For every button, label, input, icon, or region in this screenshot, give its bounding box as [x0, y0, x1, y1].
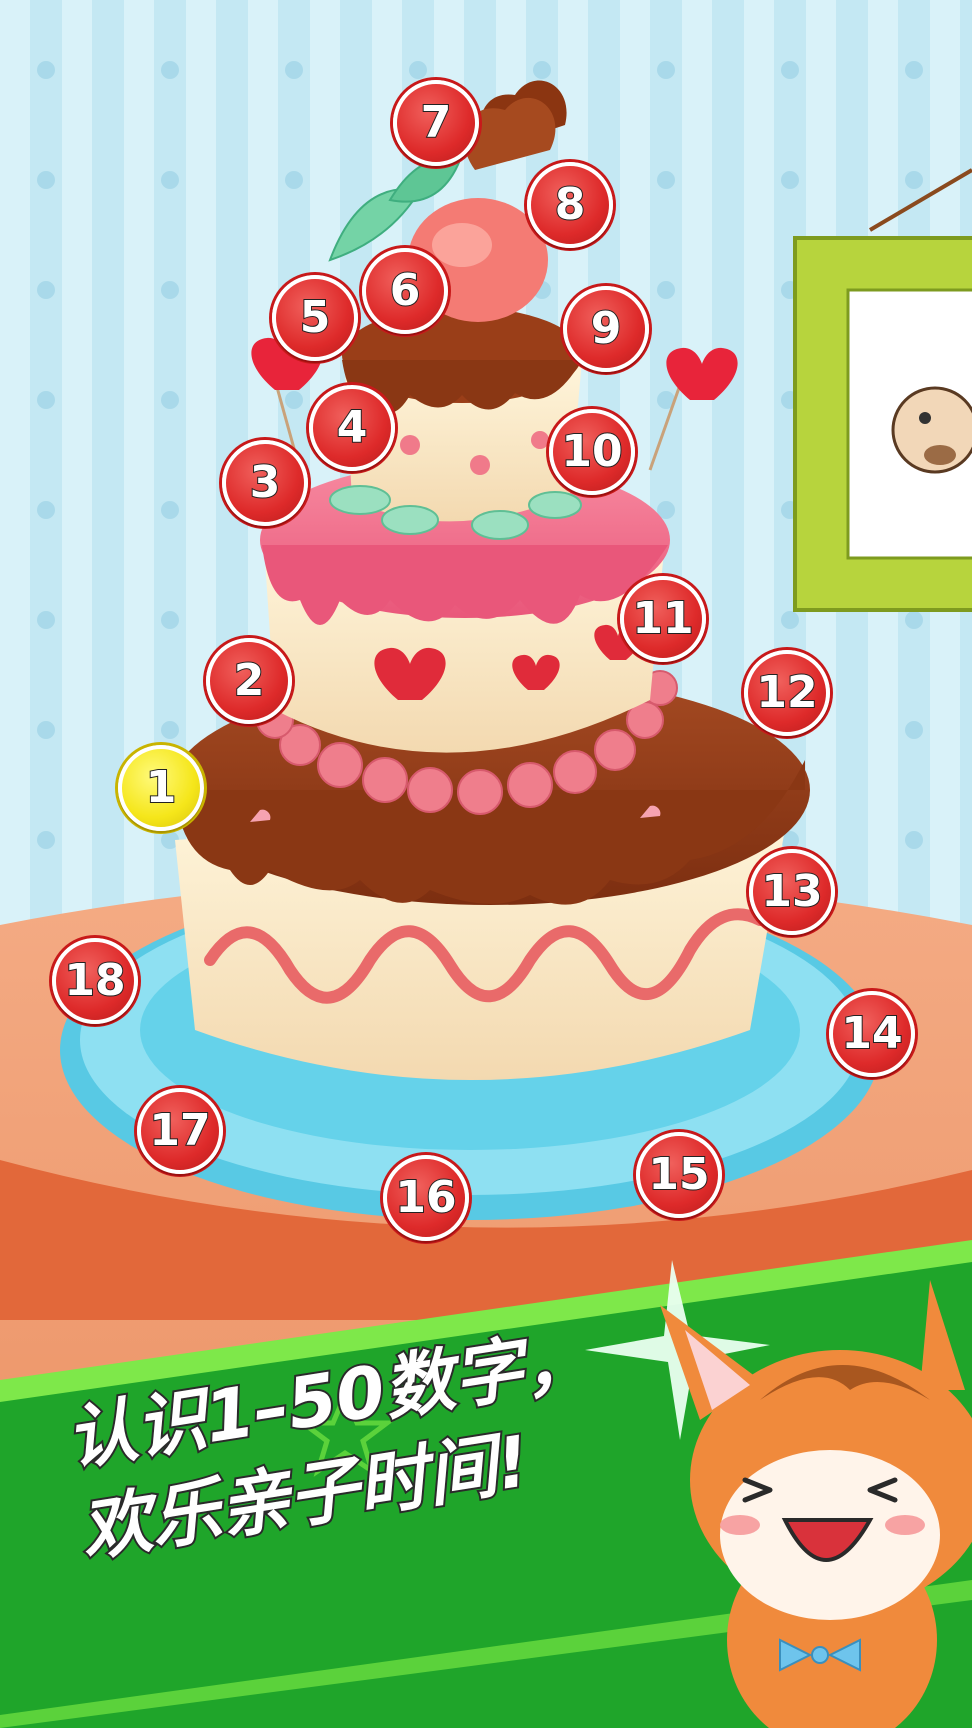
- dot-label: 6: [389, 265, 422, 316]
- dot-label: 15: [647, 1149, 710, 1200]
- dot-label: 10: [560, 426, 623, 477]
- number-dot-2[interactable]: 2: [206, 638, 292, 724]
- number-dot-8[interactable]: 8: [527, 162, 613, 248]
- dot-label: 8: [554, 179, 587, 230]
- number-dot-6[interactable]: 6: [362, 248, 448, 334]
- number-dot-5[interactable]: 5: [272, 275, 358, 361]
- dot-label: 9: [590, 303, 623, 354]
- dot-label: 1: [145, 762, 178, 813]
- number-dot-10[interactable]: 10: [549, 409, 635, 495]
- game-scene: 1 2 3 4 5 6 7 8 9 10 11 12 13 14 15 16 1…: [0, 0, 972, 1728]
- dot-label: 7: [420, 97, 453, 148]
- dot-label: 5: [299, 292, 332, 343]
- number-dot-3[interactable]: 3: [222, 440, 308, 526]
- dot-label: 4: [336, 402, 369, 453]
- dot-label: 12: [755, 667, 818, 718]
- number-dot-7[interactable]: 7: [393, 80, 479, 166]
- dot-label: 3: [249, 457, 282, 508]
- dot-label: 16: [394, 1172, 457, 1223]
- number-dot-14[interactable]: 14: [829, 991, 915, 1077]
- number-dot-17[interactable]: 17: [137, 1088, 223, 1174]
- number-dot-18[interactable]: 18: [52, 938, 138, 1024]
- dot-label: 2: [233, 655, 266, 706]
- number-dot-4[interactable]: 4: [309, 385, 395, 471]
- number-dot-13[interactable]: 13: [749, 849, 835, 935]
- number-dot-1[interactable]: 1: [118, 745, 204, 831]
- dot-label: 18: [63, 955, 126, 1006]
- number-dot-12[interactable]: 12: [744, 650, 830, 736]
- dot-label: 14: [840, 1008, 903, 1059]
- dot-label: 13: [760, 866, 823, 917]
- number-dot-11[interactable]: 11: [620, 576, 706, 662]
- dot-label: 17: [148, 1105, 211, 1156]
- dot-label: 11: [631, 593, 694, 644]
- number-dot-16[interactable]: 16: [383, 1155, 469, 1241]
- number-dot-15[interactable]: 15: [636, 1132, 722, 1218]
- number-dot-9[interactable]: 9: [563, 286, 649, 372]
